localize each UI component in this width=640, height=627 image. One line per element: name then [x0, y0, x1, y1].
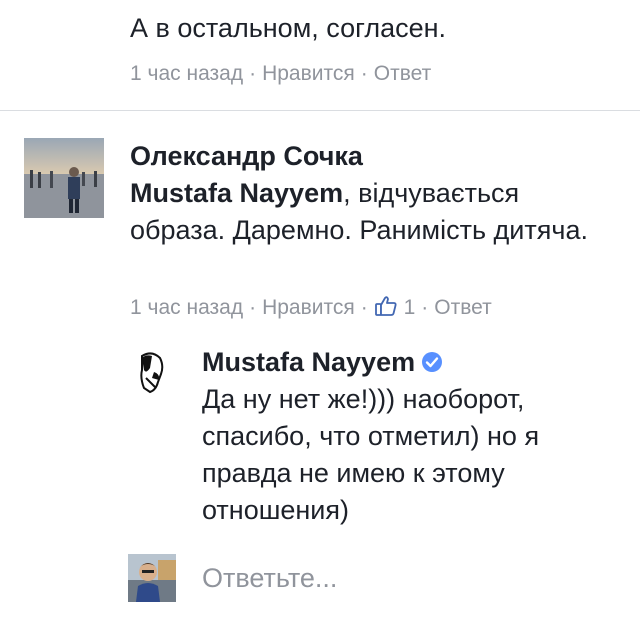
- separator-dot: ·: [249, 296, 257, 319]
- reply-text: Да ну нет же!))) наоборот, спасибо, что …: [202, 384, 540, 525]
- previous-comment: А в остальном, согласен. 1 час назад · Нра…: [0, 0, 640, 111]
- like-link[interactable]: Нравится: [262, 296, 355, 319]
- user-photo-icon: [128, 554, 176, 602]
- comment-author[interactable]: Олександр Сочка: [130, 138, 610, 175]
- comment-meta: 1 час назад · Нравится · 1 · Ответ: [130, 294, 492, 322]
- verified-badge-icon: [422, 352, 443, 372]
- comment-text: Mustafa Nayyem, відчувається образа. Дар…: [130, 175, 610, 249]
- commenter-avatar[interactable]: [24, 138, 104, 218]
- reply-composer: [0, 552, 640, 608]
- reply-author-row: Mustafa Nayyem: [202, 344, 622, 381]
- comment-time[interactable]: 1 час назад: [130, 296, 243, 319]
- reply-author[interactable]: Mustafa Nayyem: [202, 347, 415, 377]
- user-photo-icon: [24, 138, 104, 218]
- comment-time[interactable]: 1 час назад: [130, 62, 243, 85]
- like-link[interactable]: Нравится: [262, 62, 355, 85]
- previous-comment-text: А в остальном, согласен.: [130, 13, 447, 43]
- separator-dot: ·: [421, 296, 429, 319]
- user-photo-icon: [128, 348, 176, 396]
- current-user-avatar: [128, 554, 176, 602]
- thumbs-up-icon[interactable]: [374, 294, 398, 318]
- reply-input[interactable]: [202, 560, 602, 596]
- separator-dot: ·: [360, 296, 368, 319]
- like-count[interactable]: 1: [404, 296, 416, 319]
- previous-comment-meta: 1 час назад · Нравится · Ответ: [130, 60, 431, 88]
- reply-body: Mustafa Nayyem Да ну нет же!))) наоборот…: [202, 344, 622, 529]
- mention-tag[interactable]: Mustafa Nayyem: [130, 178, 343, 208]
- separator-dot: ·: [360, 62, 368, 85]
- separator-dot: ·: [249, 62, 257, 85]
- comment-body: Олександр Сочка Mustafa Nayyem, відчуває…: [130, 138, 610, 249]
- reply-link[interactable]: Ответ: [434, 296, 491, 319]
- reply-author-avatar[interactable]: [128, 348, 176, 396]
- reply-link[interactable]: Ответ: [374, 62, 431, 85]
